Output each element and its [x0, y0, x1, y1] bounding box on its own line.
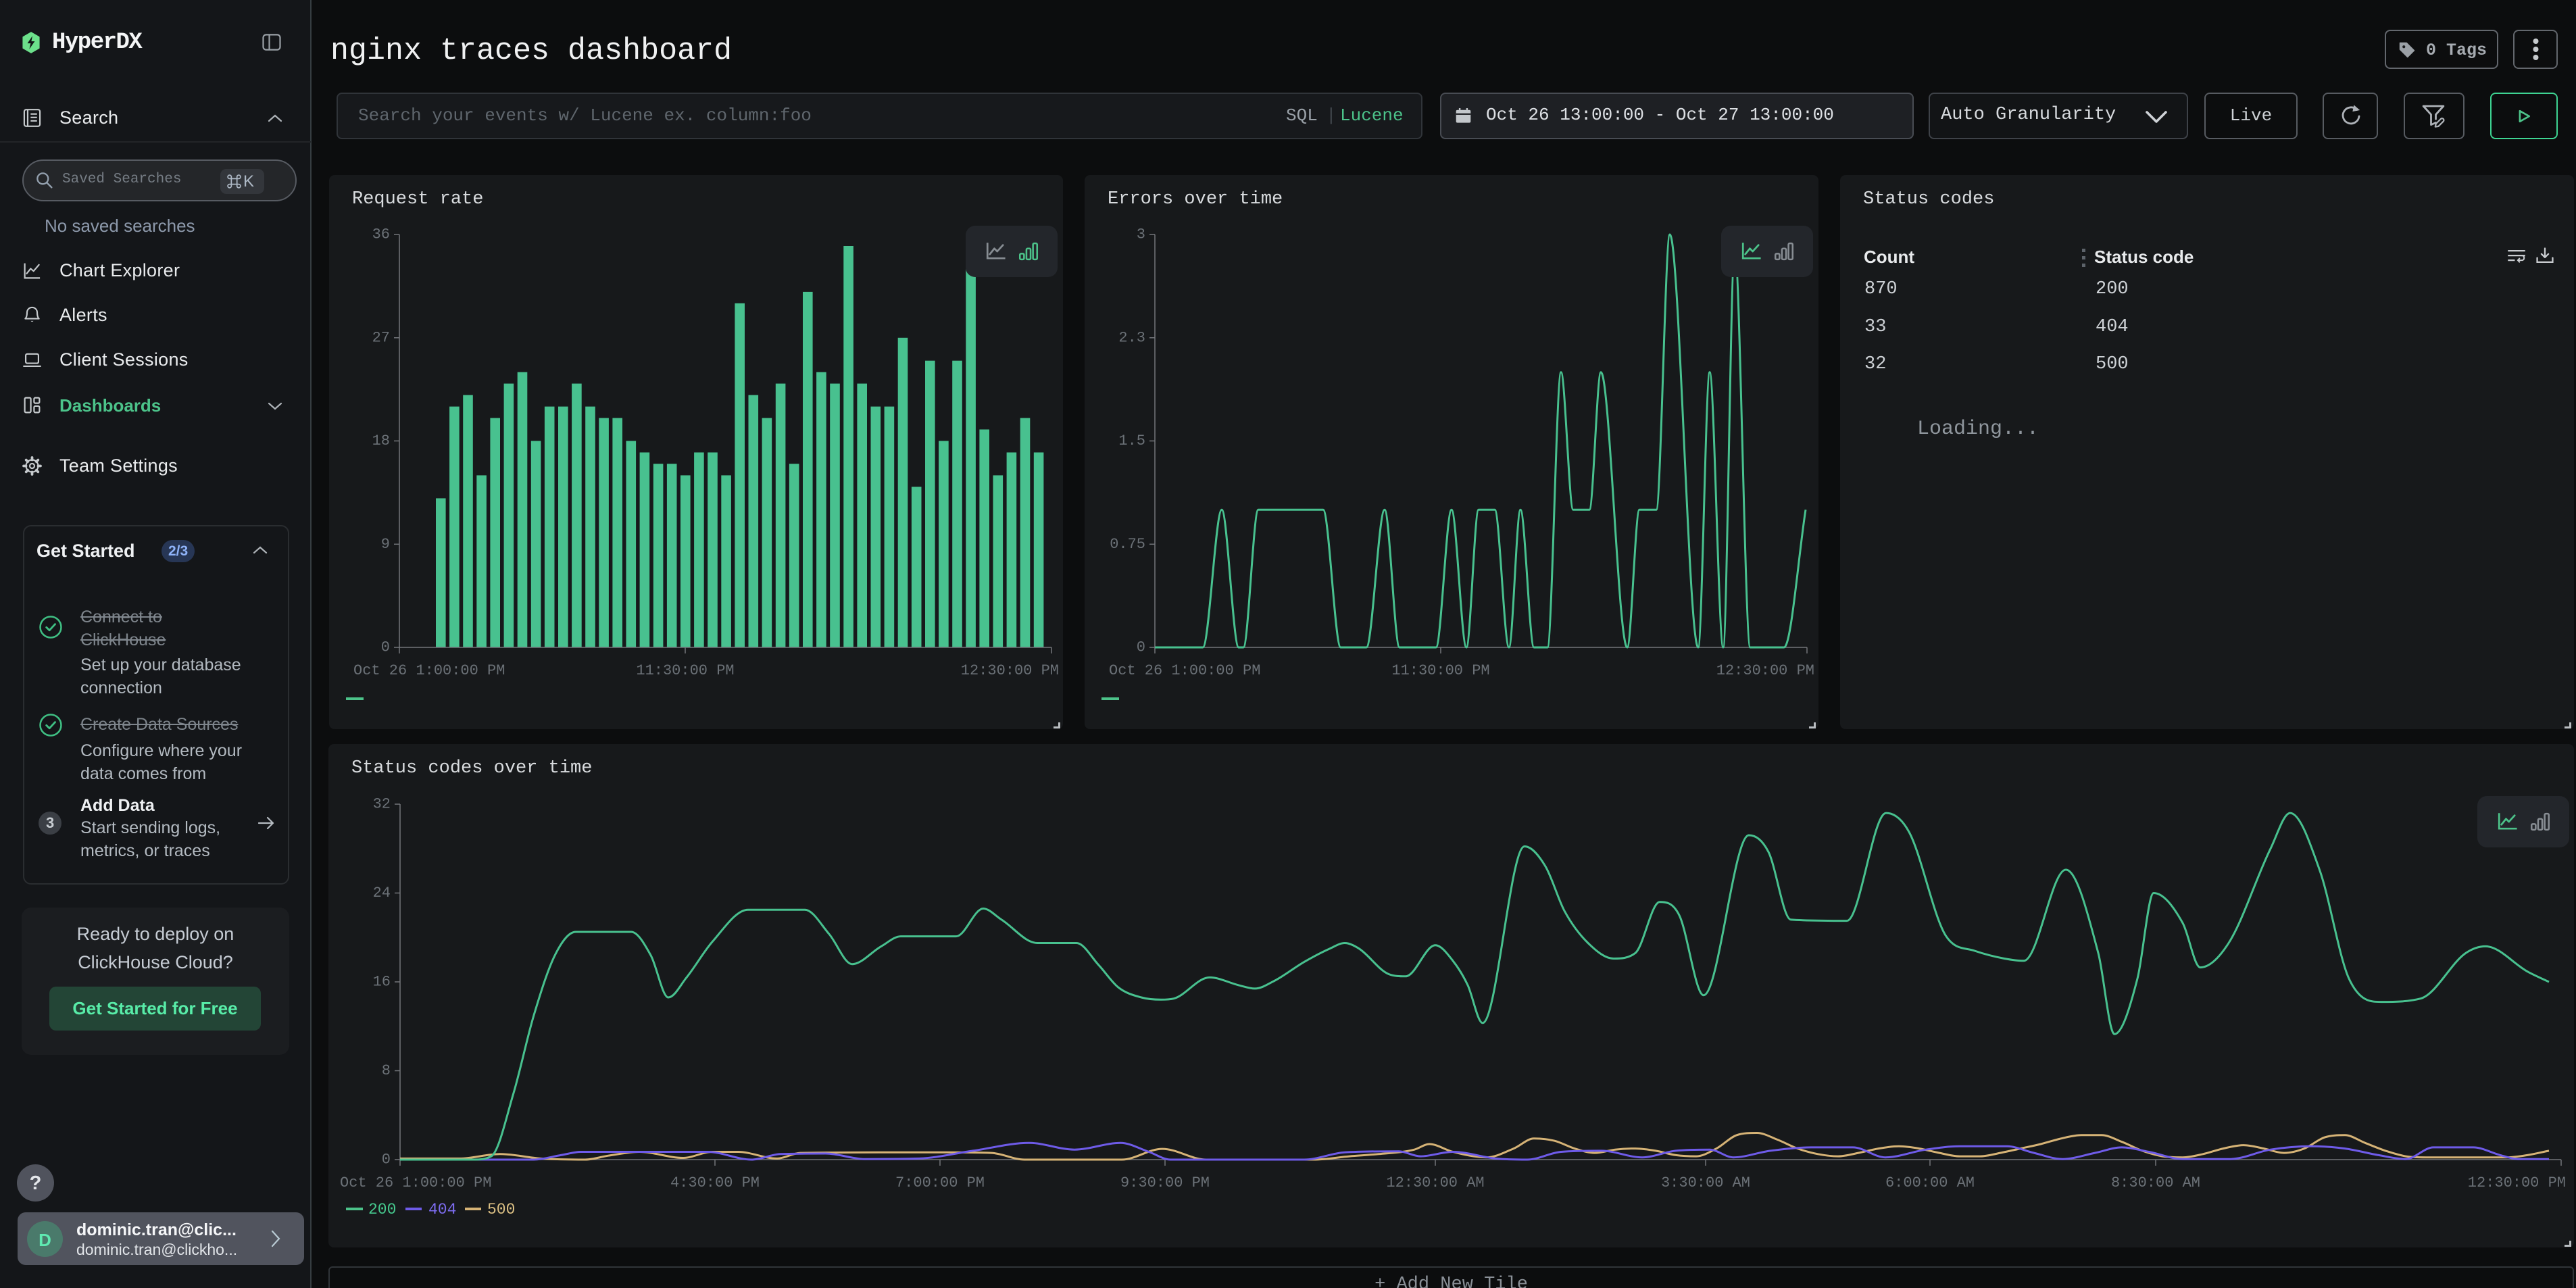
- svg-text:18: 18: [372, 432, 390, 449]
- svg-text:3: 3: [1137, 226, 1145, 243]
- svg-text:7:00:00 PM: 7:00:00 PM: [895, 1174, 985, 1191]
- svg-text:4:30:00 PM: 4:30:00 PM: [670, 1174, 760, 1191]
- svg-text:12:30:00 PM: 12:30:00 PM: [2468, 1174, 2566, 1191]
- svg-text:16: 16: [373, 974, 391, 991]
- svg-text:0.75: 0.75: [1110, 536, 1145, 553]
- svg-text:12:30:00 PM: 12:30:00 PM: [1716, 662, 1814, 679]
- svg-text:Oct 26 1:00:00 PM: Oct 26 1:00:00 PM: [353, 662, 505, 679]
- svg-text:2.3: 2.3: [1118, 329, 1145, 346]
- svg-text:1.5: 1.5: [1118, 432, 1145, 449]
- svg-text:9:30:00 PM: 9:30:00 PM: [1120, 1174, 1210, 1191]
- svg-text:8: 8: [382, 1062, 391, 1079]
- svg-text:9: 9: [381, 536, 390, 553]
- svg-text:0: 0: [382, 1151, 391, 1168]
- svg-text:3:30:00 AM: 3:30:00 AM: [1661, 1174, 1750, 1191]
- svg-text:Oct 26 1:00:00 PM: Oct 26 1:00:00 PM: [340, 1174, 491, 1191]
- svg-text:0: 0: [381, 639, 390, 656]
- svg-text:27: 27: [372, 329, 390, 346]
- svg-text:11:30:00 PM: 11:30:00 PM: [1391, 662, 1489, 679]
- svg-text:32: 32: [373, 796, 391, 813]
- svg-text:24: 24: [373, 885, 391, 901]
- svg-text:11:30:00 PM: 11:30:00 PM: [636, 662, 734, 679]
- svg-text:36: 36: [372, 226, 390, 243]
- svg-text:8:30:00 AM: 8:30:00 AM: [2111, 1174, 2200, 1191]
- svg-text:6:00:00 AM: 6:00:00 AM: [1885, 1174, 1975, 1191]
- svg-text:12:30:00 PM: 12:30:00 PM: [961, 662, 1059, 679]
- svg-text:12:30:00 AM: 12:30:00 AM: [1386, 1174, 1484, 1191]
- svg-text:0: 0: [1137, 639, 1145, 656]
- svg-text:Oct 26 1:00:00 PM: Oct 26 1:00:00 PM: [1109, 662, 1260, 679]
